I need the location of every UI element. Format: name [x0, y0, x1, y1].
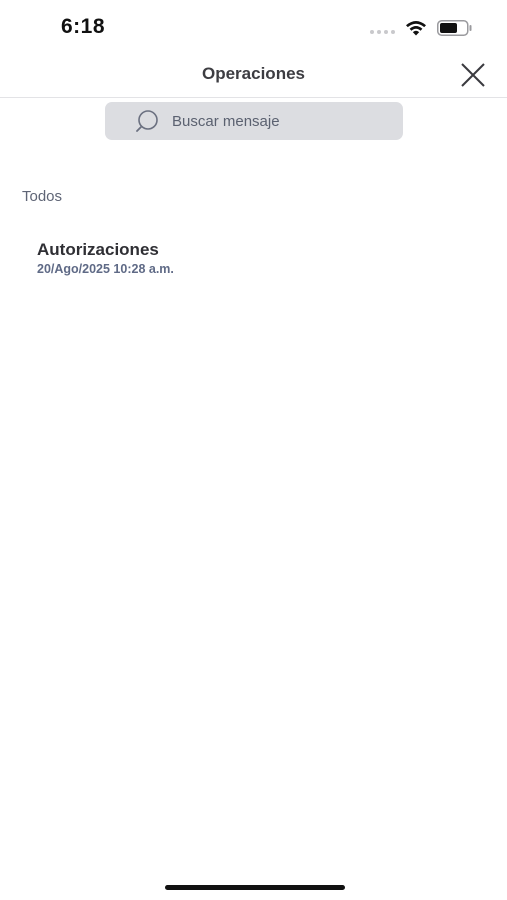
item-date: 20/Ago/2025 10:28 a.m. — [37, 262, 174, 276]
search-input[interactable]: Buscar mensaje — [105, 102, 403, 140]
item-title: Autorizaciones — [37, 240, 159, 259]
search-placeholder: Buscar mensaje — [172, 113, 280, 130]
status-bar: 6:18 — [0, 0, 507, 52]
search-icon — [136, 110, 158, 132]
page-title: Operaciones — [202, 64, 305, 83]
battery-icon — [437, 20, 472, 36]
home-indicator[interactable] — [165, 885, 345, 890]
close-icon — [461, 63, 485, 87]
filter-label-all[interactable]: Todos — [22, 188, 62, 205]
close-button[interactable] — [455, 60, 491, 90]
list-item[interactable]: Autorizaciones 20/Ago/2025 10:28 a.m. — [37, 238, 477, 282]
header: Operaciones — [0, 52, 507, 98]
wifi-icon — [406, 20, 426, 36]
signal-strength-icon — [370, 30, 395, 34]
status-time: 6:18 — [61, 15, 106, 38]
